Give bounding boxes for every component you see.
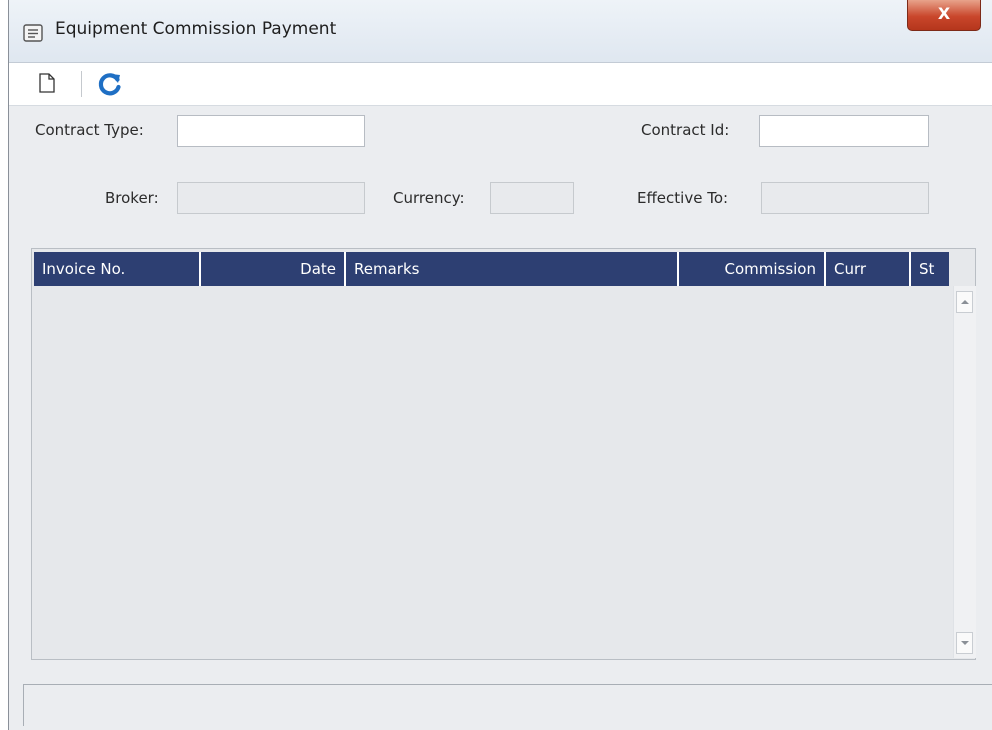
column-header-commission[interactable]: Commission xyxy=(679,252,826,286)
effective-to-label: Effective To: xyxy=(637,189,729,207)
title-bar[interactable]: Equipment Commission Payment X xyxy=(9,0,992,63)
equipment-commission-payment-window: Equipment Commission Payment X Contract … xyxy=(8,0,992,730)
grid-header: Invoice No. Date Remarks Commission Curr… xyxy=(34,252,949,286)
broker-field xyxy=(177,182,365,214)
close-button[interactable]: X xyxy=(907,0,981,31)
close-icon: X xyxy=(937,4,951,23)
invoice-grid[interactable]: Invoice No. Date Remarks Commission Curr… xyxy=(31,248,976,660)
form-icon xyxy=(23,24,43,42)
effective-to-field xyxy=(761,182,929,214)
contract-id-label: Contract Id: xyxy=(641,121,730,139)
window-title: Equipment Commission Payment xyxy=(55,19,337,39)
currency-field xyxy=(490,182,574,214)
scroll-up-button[interactable] xyxy=(956,291,973,313)
refresh-icon[interactable] xyxy=(97,71,123,97)
contract-id-input[interactable] xyxy=(759,115,929,147)
scroll-down-button[interactable] xyxy=(956,632,973,654)
status-bar xyxy=(23,684,992,726)
column-header-date[interactable]: Date xyxy=(201,252,346,286)
toolbar xyxy=(9,63,992,106)
column-header-curr[interactable]: Curr xyxy=(826,252,911,286)
column-header-invoice-no[interactable]: Invoice No. xyxy=(34,252,201,286)
new-document-icon[interactable] xyxy=(39,73,55,93)
column-header-remarks[interactable]: Remarks xyxy=(346,252,679,286)
broker-label: Broker: xyxy=(105,189,159,207)
vertical-scrollbar[interactable] xyxy=(953,286,976,658)
toolbar-separator xyxy=(81,71,82,97)
chevron-up-icon xyxy=(961,300,969,304)
contract-type-label: Contract Type: xyxy=(35,121,144,139)
column-header-st[interactable]: St xyxy=(911,252,949,286)
currency-label: Currency: xyxy=(393,189,465,207)
contract-type-input[interactable] xyxy=(177,115,365,147)
chevron-down-icon xyxy=(961,641,969,645)
